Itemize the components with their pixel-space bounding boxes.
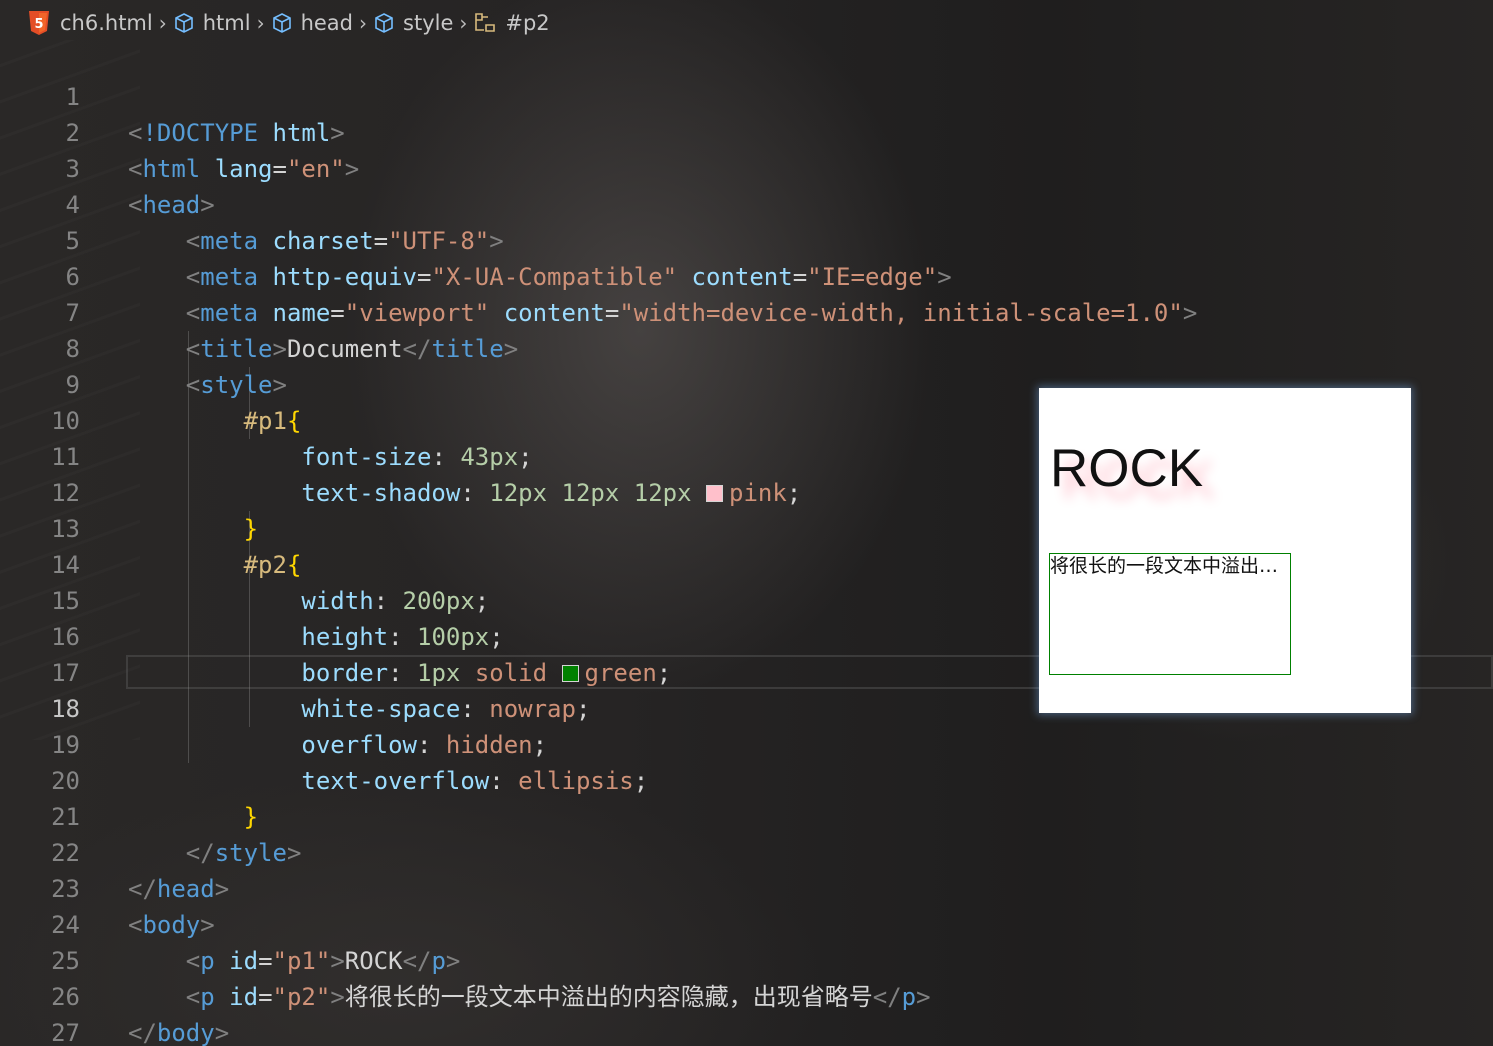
- breadcrumb-head[interactable]: head: [271, 11, 353, 35]
- breadcrumb-selector-label: #p2: [505, 11, 550, 35]
- code-line: 3 <head>: [0, 115, 1493, 219]
- breadcrumb-html[interactable]: html: [173, 11, 251, 35]
- code-line: 2 <html lang="en">: [0, 79, 1493, 183]
- cube-icon: [373, 12, 395, 34]
- code-token: body: [156, 1019, 215, 1046]
- code-line: 25 <p id="p2">将很长的一段文本中溢出的内容隐藏，出现省略号</p>: [0, 907, 1493, 1011]
- chevron-right-icon: ›: [256, 11, 265, 35]
- code-line: 1 <!DOCTYPE html>: [0, 43, 1493, 147]
- breadcrumb-file[interactable]: 5 ch6.html: [28, 11, 153, 35]
- vscode-window: 5 ch6.html › html › head › style › #p2 1…: [0, 0, 1493, 1046]
- cube-icon: [271, 12, 293, 34]
- svg-text:5: 5: [34, 17, 43, 32]
- code-line: 22 </head>: [0, 799, 1493, 903]
- code-line: 27 </html>: [0, 979, 1493, 1046]
- code-line: 21 </style>: [0, 763, 1493, 867]
- breadcrumb: 5 ch6.html › html › head › style › #p2: [28, 6, 550, 40]
- code-line: 8 <style>: [0, 295, 1493, 399]
- code-line: 7 <title>Document</title>: [0, 259, 1493, 363]
- breadcrumb-selector[interactable]: #p2: [473, 11, 550, 35]
- chevron-right-icon: ›: [459, 11, 468, 35]
- chevron-right-icon: ›: [359, 11, 368, 35]
- code-line: 9 #p1{: [0, 331, 1493, 435]
- html5-icon: 5: [28, 11, 50, 35]
- code-line: 23 <body>: [0, 835, 1493, 939]
- code-line: 4 <meta charset="UTF-8">: [0, 151, 1493, 255]
- line-number: 27: [51, 1019, 80, 1046]
- breadcrumb-style[interactable]: style: [373, 11, 453, 35]
- code-line: 6 <meta name="viewport" content="width=d…: [0, 223, 1493, 327]
- chevron-right-icon: ›: [158, 11, 167, 35]
- breadcrumb-html-label: html: [202, 11, 251, 35]
- breadcrumb-style-label: style: [403, 11, 454, 35]
- preview-rock-text: ROCK: [1050, 439, 1204, 498]
- code-line: 20 }: [0, 727, 1493, 831]
- breadcrumb-file-label: ch6.html: [60, 11, 153, 35]
- code-line: 24 <p id="p1">ROCK</p>: [0, 871, 1493, 975]
- symbol-ruler-icon: [473, 11, 499, 35]
- cube-icon: [173, 12, 195, 34]
- code-line: 5 <meta http-equiv="X-UA-Compatible" con…: [0, 187, 1493, 291]
- preview-ellipsis-box: 将很长的一段文本中溢出的内容隐藏，出现省略号: [1049, 553, 1291, 675]
- code-line: 26 </body>: [0, 943, 1493, 1046]
- browser-preview: ROCK 将很长的一段文本中溢出的内容隐藏，出现省略号: [1039, 388, 1411, 713]
- breadcrumb-head-label: head: [300, 11, 354, 35]
